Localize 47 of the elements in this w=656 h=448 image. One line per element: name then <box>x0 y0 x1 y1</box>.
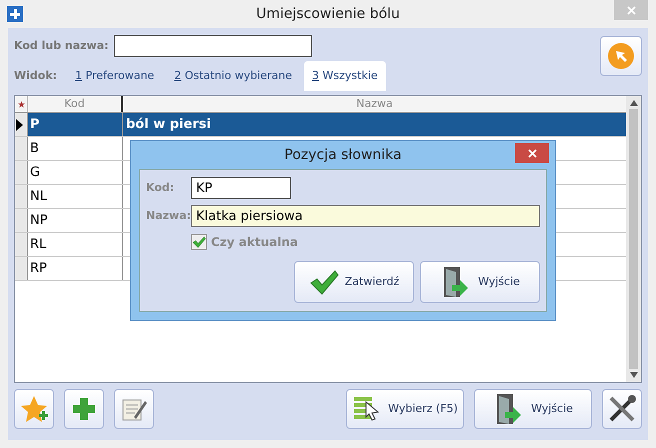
confirm-button[interactable]: Zatwierdź <box>294 261 414 303</box>
table-cell: RL <box>28 233 123 256</box>
app-icon <box>7 6 23 22</box>
search-field[interactable] <box>114 35 312 57</box>
exit-button[interactable]: Wyjście <box>474 389 592 429</box>
table-cell: P <box>28 113 123 136</box>
code-field[interactable]: KP <box>191 177 291 199</box>
close-button[interactable] <box>515 143 549 163</box>
checkbox-label: Czy aktualna <box>211 234 298 251</box>
tools-icon <box>607 394 637 424</box>
close-icon <box>528 148 536 158</box>
table-cell: NP <box>28 209 123 232</box>
view-tab[interactable]: 1 Preferowane <box>67 61 162 91</box>
window-title: Umiejscowienie bólu <box>256 4 400 24</box>
select-button[interactable]: Wybierz (F5) <box>346 389 464 429</box>
view-label: Widok: <box>14 68 58 84</box>
close-icon <box>626 6 636 14</box>
scroll-down-icon <box>630 372 638 378</box>
scroll-up-icon <box>630 100 638 106</box>
dialog-title: Pozycja słownika <box>284 146 402 164</box>
checkbox[interactable] <box>191 234 207 250</box>
edit-button[interactable] <box>114 389 154 429</box>
scroll-thumb[interactable] <box>629 109 638 369</box>
favorite-add-button[interactable] <box>14 389 54 429</box>
code-label: Kod: <box>146 180 176 196</box>
table-cell: RP <box>28 257 123 280</box>
table-cell: B <box>28 137 123 160</box>
pointer-badge-icon <box>607 42 635 70</box>
table-cell: G <box>28 161 123 184</box>
settings-button[interactable] <box>602 389 642 429</box>
plus-icon <box>72 397 96 421</box>
check-icon <box>192 235 206 249</box>
table-cell: NL <box>28 185 123 208</box>
star-icon <box>18 100 24 108</box>
name-field[interactable]: Klatka piersiowa <box>191 205 540 227</box>
star-icon <box>19 394 49 424</box>
refresh-button[interactable] <box>600 36 642 76</box>
name-label: Nazwa: <box>146 208 191 224</box>
column-header: Nazwa <box>355 96 394 112</box>
add-button[interactable] <box>64 389 104 429</box>
view-tab[interactable]: 3 Wszystkie <box>304 61 386 91</box>
search-label: Kod lub nazwa: <box>14 38 109 54</box>
table-row[interactable]: P ból w piersi <box>15 113 626 137</box>
table-cell-text: ból w piersi <box>125 116 212 134</box>
view-tab[interactable]: 2 Ostatnio wybierane <box>166 61 300 91</box>
exit-button[interactable]: Wyjście <box>420 261 540 303</box>
row-pointer-icon <box>15 118 23 130</box>
